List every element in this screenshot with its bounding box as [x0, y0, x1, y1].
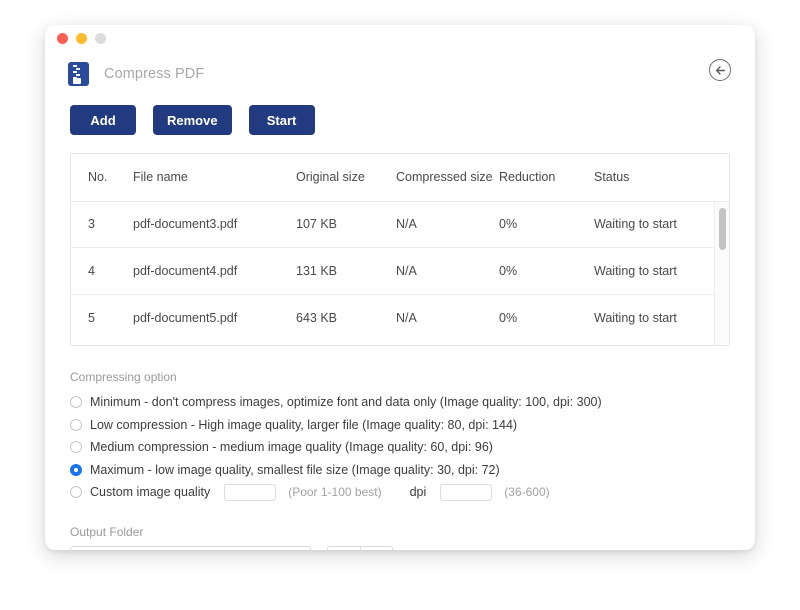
cell-original-size: 107 KB [296, 201, 396, 248]
output-folder-path-input[interactable] [70, 545, 311, 550]
radio-option-medium[interactable]: Medium compression - medium image qualit… [70, 436, 755, 459]
column-header-status[interactable]: Status [594, 154, 729, 202]
dpi-label: dpi [409, 485, 427, 500]
remove-button[interactable]: Remove [153, 105, 232, 135]
cell-reduction: 0% [499, 201, 594, 248]
cell-file-name: pdf-document4.pdf [133, 247, 296, 295]
output-folder-row [45, 545, 755, 550]
radio-option-custom[interactable]: Custom image quality (Poor 1-100 best) d… [70, 481, 755, 504]
cell-original-size: 131 KB [296, 247, 396, 295]
radio-option-label: Maximum - low image quality, smallest fi… [90, 462, 500, 477]
file-table: No. File name Original size Compressed s… [70, 153, 730, 346]
cell-original-size: 643 KB [296, 310, 338, 325]
zoom-window-button[interactable] [95, 32, 106, 44]
cell-status: Waiting to start [594, 247, 729, 295]
browse-folder-button[interactable] [327, 545, 360, 550]
page-title: Compress PDF [104, 66, 205, 82]
cell-status: Waiting to start [594, 201, 729, 248]
radio-option-minimum[interactable]: Minimum - don't compress images, optimiz… [70, 391, 755, 414]
window-titlebar [45, 25, 755, 51]
radio-option-label: Low compression - High image quality, la… [90, 417, 518, 432]
radio-option-low[interactable]: Low compression - High image quality, la… [70, 414, 755, 437]
cell-compressed-size: N/A [396, 247, 499, 295]
radio-option-label: Custom image quality [90, 485, 211, 500]
app-header: Compress PDF [45, 51, 755, 95]
cell-file-name: pdf-document5.pdf [133, 310, 238, 325]
cell-reduction: 0% [499, 247, 594, 295]
compressing-options-section: Compressing option Minimum - don't compr… [45, 370, 755, 504]
column-header-original-size[interactable]: Original size [296, 154, 396, 202]
open-folder-button[interactable] [360, 545, 393, 550]
add-button[interactable]: Add [70, 105, 136, 135]
custom-dpi-hint: (36-600) [504, 485, 550, 500]
table-scrollbar[interactable] [714, 202, 729, 345]
arrow-left-circle-icon[interactable] [709, 59, 731, 81]
cell-file-name: pdf-document3.pdf [133, 201, 296, 248]
radio-option-maximum[interactable]: Maximum - low image quality, smallest fi… [70, 459, 755, 482]
cell-compressed-size: N/A [396, 201, 499, 248]
cell-status: Waiting to start [594, 310, 677, 325]
app-window: Compress PDF Add Remove Start No. File n… [45, 25, 755, 550]
radio-icon[interactable] [70, 418, 82, 431]
column-header-compressed-size[interactable]: Compressed size [396, 154, 499, 202]
custom-dpi-input[interactable] [440, 483, 493, 501]
compressing-option-label: Compressing option [70, 370, 177, 384]
output-folder-label: Output Folder [70, 524, 144, 539]
zip-file-icon [68, 62, 89, 86]
radio-option-label: Minimum - don't compress images, optimiz… [90, 395, 602, 410]
custom-image-quality-input[interactable] [224, 483, 277, 501]
table-row[interactable]: 4 pdf-document4.pdf 131 KB N/A 0% Waitin… [71, 247, 729, 295]
compressing-option-radio-group: Minimum - don't compress images, optimiz… [45, 391, 755, 504]
cell-no: 4 [71, 247, 133, 295]
output-folder-section: Output Folder [45, 524, 755, 550]
table-row[interactable]: 3 pdf-document3.pdf 107 KB N/A 0% Waitin… [71, 201, 729, 248]
column-header-file-name[interactable]: File name [133, 154, 296, 202]
cell-compressed-size: N/A [396, 310, 417, 325]
cell-no: 5 [88, 310, 95, 325]
column-header-reduction[interactable]: Reduction [499, 154, 594, 202]
table-header-row: No. File name Original size Compressed s… [71, 154, 729, 202]
start-button[interactable]: Start [248, 105, 315, 135]
column-header-no[interactable]: No. [71, 154, 133, 202]
radio-icon[interactable] [70, 441, 82, 454]
action-toolbar: Add Remove Start [45, 95, 755, 135]
table-row[interactable]: 5 pdf-document5.pdf 643 KB N/A 0% Waitin… [71, 294, 729, 341]
table-scrollbar-thumb[interactable] [719, 208, 726, 250]
folder-button-group [327, 545, 393, 550]
close-window-button[interactable] [57, 32, 68, 44]
minimize-window-button[interactable] [76, 32, 87, 44]
radio-option-label: Medium compression - medium image qualit… [90, 440, 493, 455]
radio-icon[interactable] [70, 486, 82, 499]
cell-reduction: 0% [499, 310, 518, 325]
radio-icon-selected[interactable] [70, 463, 82, 476]
cell-no: 3 [71, 201, 133, 248]
custom-quality-hint: (Poor 1-100 best) [288, 485, 382, 500]
radio-icon[interactable] [70, 396, 82, 409]
